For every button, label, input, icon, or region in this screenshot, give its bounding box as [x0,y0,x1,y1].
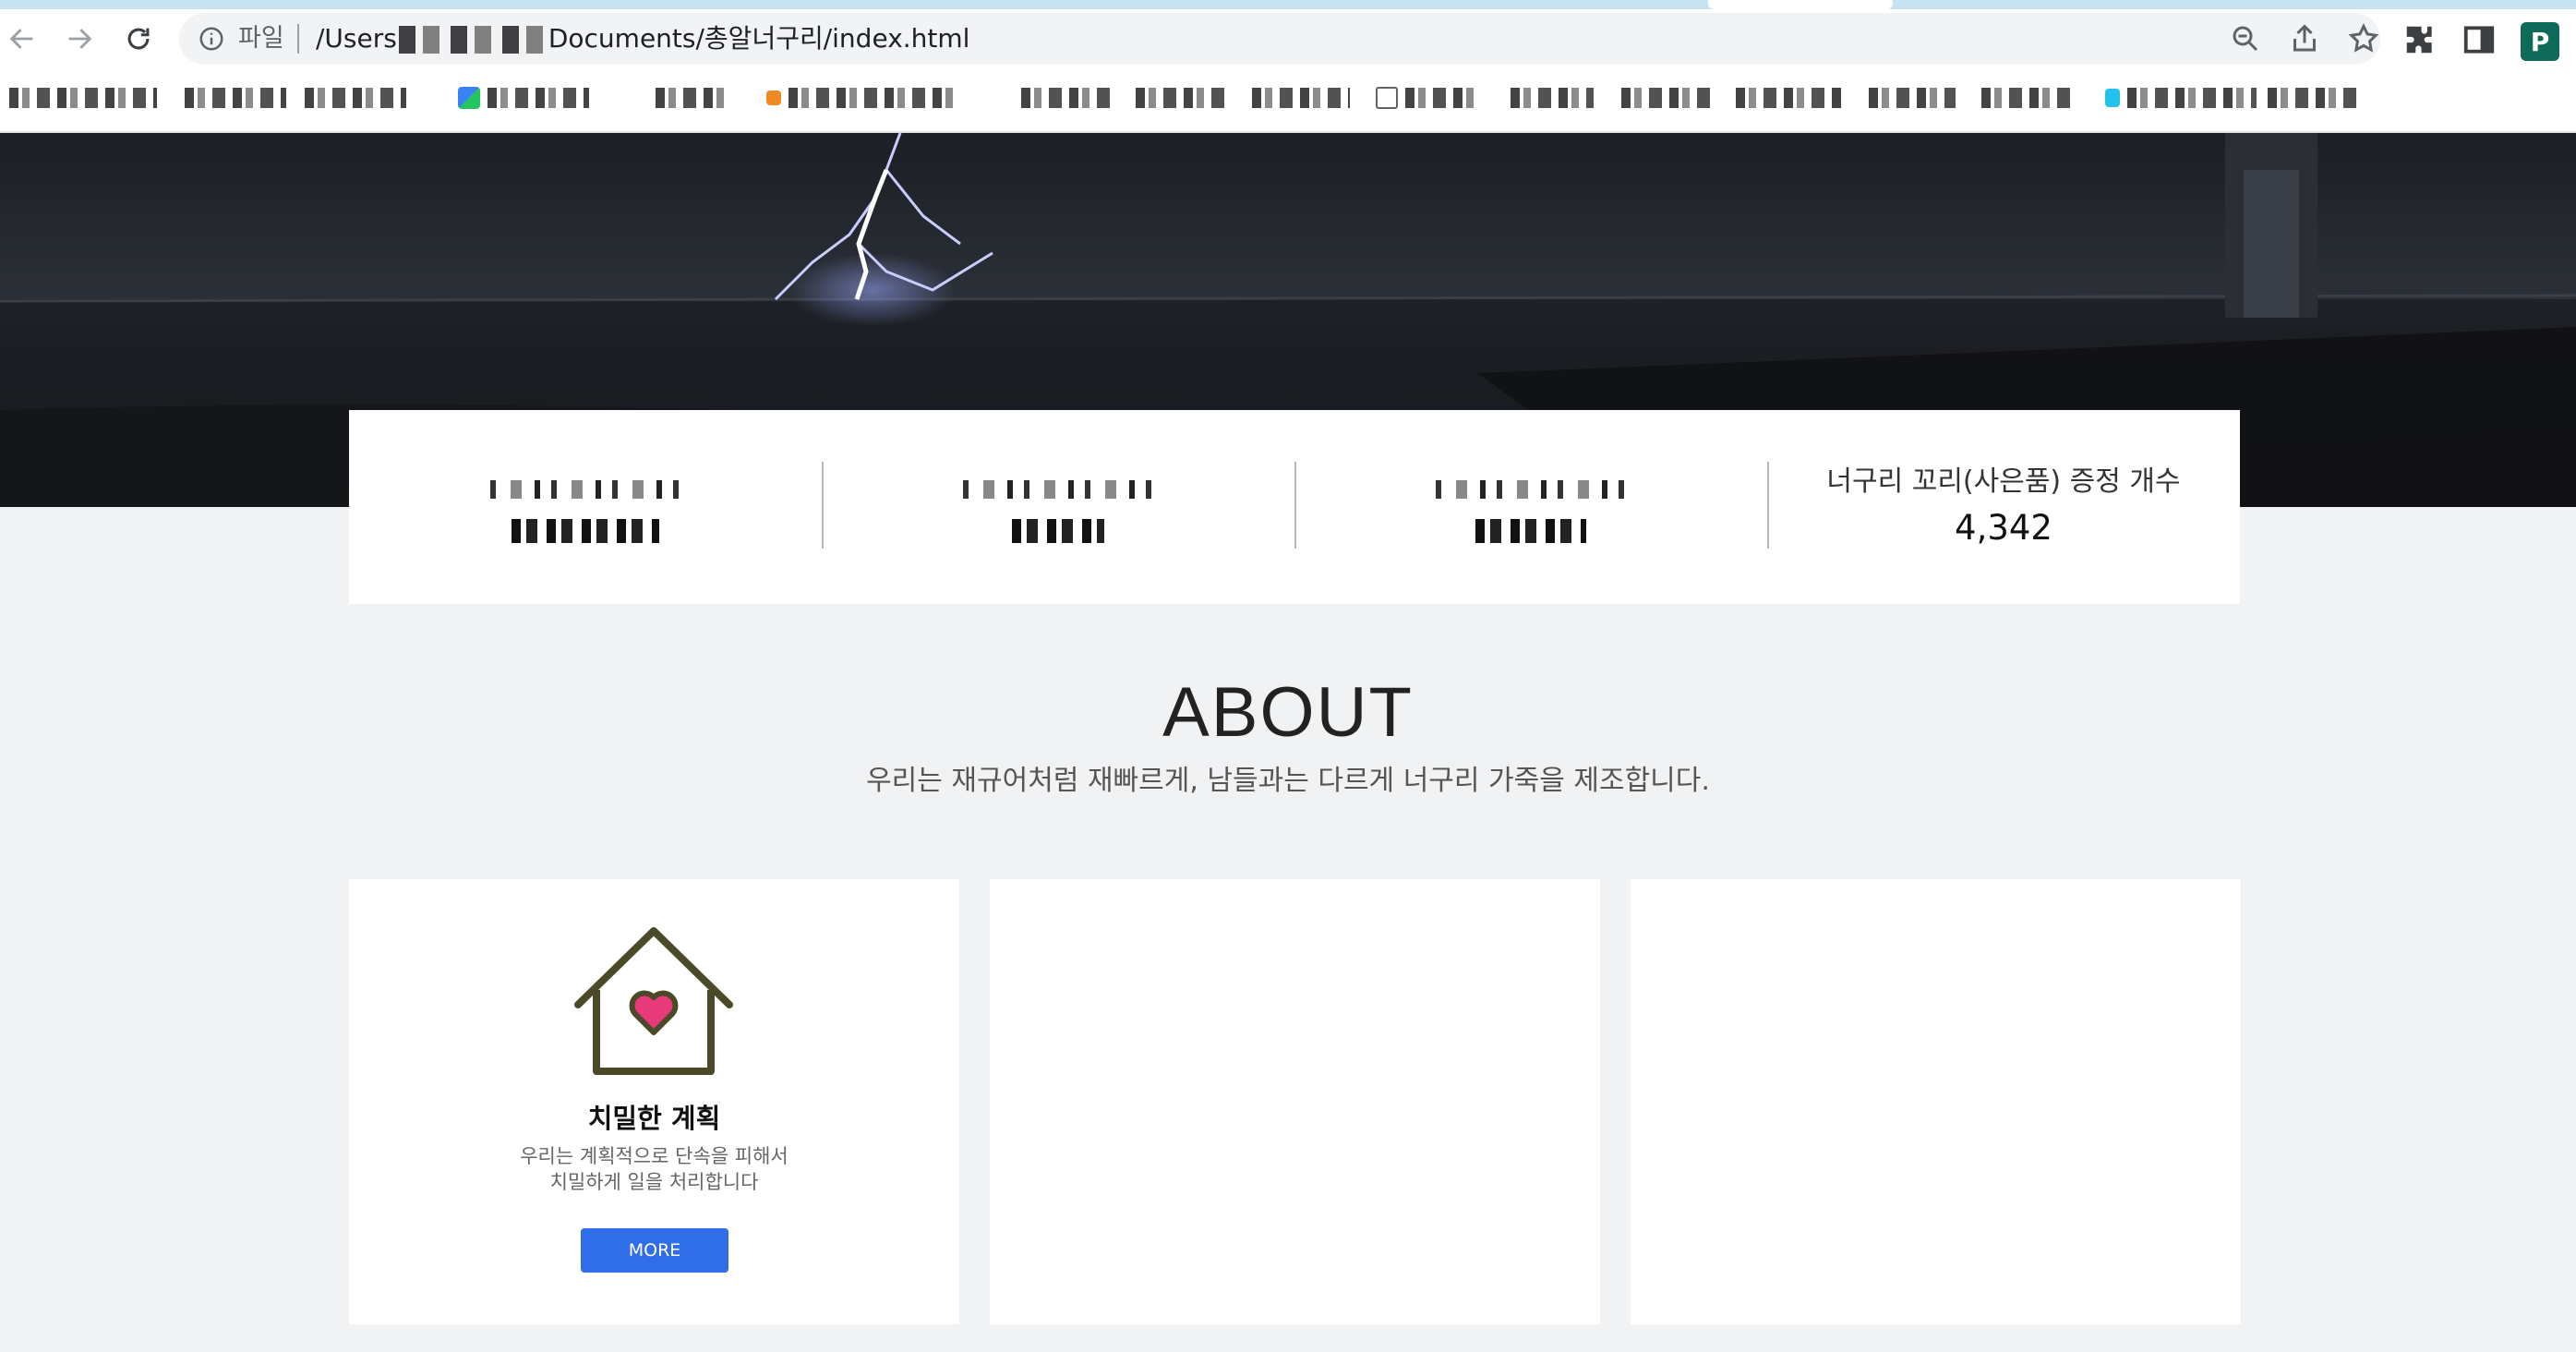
bookmark-item[interactable] [1136,83,1228,113]
arrow-right-icon [68,29,92,49]
redacted-stat-value [512,519,659,543]
bookmark-favicon [458,87,480,109]
bookmarks-bar [0,68,2576,133]
feature-card-empty [990,879,1600,1324]
redacted-stat-label [1425,480,1637,499]
bookmark-item[interactable] [1376,83,1479,113]
back-button[interactable] [2,18,42,59]
bookmark-item[interactable] [1252,83,1350,113]
redacted-username [398,26,547,54]
feature-card-plan: 치밀한 계획 우리는 계획적으로 단속을 피해서 치밀하게 일을 처리합니다 M… [349,879,959,1324]
bookmark-item[interactable] [1621,83,1710,113]
redacted-stat-label [479,480,692,499]
bookmark-item[interactable] [458,83,589,113]
bookmark-item[interactable] [2105,83,2257,113]
section-title: ABOUT [1162,673,1414,752]
stat-value: 4,342 [1955,508,2052,548]
redacted-stat-value [1475,519,1586,543]
stat-item [822,410,1294,604]
active-tab-edge[interactable] [1708,0,1893,9]
side-panel-icon[interactable] [2462,22,2497,57]
card-desc-line: 우리는 계획적으로 단속을 피해서 [520,1145,788,1167]
bookmark-item[interactable] [656,83,729,113]
bookmark-favicon [2105,89,2120,107]
extensions-icon[interactable] [2402,22,2438,57]
bookmark-item[interactable] [1511,83,1594,113]
feature-card-empty [1631,879,2241,1324]
star-icon[interactable] [2347,22,2380,55]
bookmark-item[interactable] [185,83,286,113]
bookmark-item[interactable] [1736,83,1843,113]
folder-icon [1376,87,1398,109]
share-icon[interactable] [2288,22,2321,55]
url-text[interactable]: /Users Documents/총알너구리/index.html [316,24,969,54]
url-end: Documents/총알너구리/index.html [548,23,970,54]
bookmark-item[interactable] [766,83,955,113]
bookmark-item[interactable] [1021,83,1113,113]
reload-button[interactable] [118,18,159,59]
card-title: 치밀한 계획 [587,1103,721,1134]
stat-item-tail-count: 너구리 꼬리(사은품) 증정 개수 4,342 [1767,410,2240,604]
zoom-icon[interactable] [2229,22,2262,55]
stats-bar: 너구리 꼬리(사은품) 증정 개수 4,342 [349,410,2240,604]
bookmark-item[interactable] [1869,83,1956,113]
scheme-label: 파일 [238,24,284,53]
section-subtitle: 우리는 재규어처럼 재빠르게, 남들과는 다르게 너구리 가죽을 제조합니다. [866,765,1710,797]
address-bar[interactable]: 파일 /Users Documents/총알너구리/index.html [179,13,2380,65]
bookmark-item[interactable] [2268,83,2356,113]
card-description: 우리는 계획적으로 단속을 피해서 치밀하게 일을 처리합니다 [469,1143,839,1195]
stat-label: 너구리 꼬리(사은품) 증정 개수 [1826,465,2181,498]
stat-item [1294,410,1767,604]
tab-strip [0,0,2576,9]
forward-button[interactable] [59,18,100,59]
extension-p-icon[interactable]: P [2521,22,2559,61]
bookmark-favicon [766,91,781,105]
info-icon[interactable] [198,25,225,53]
page-viewport: 너구리 꼬리(사은품) 증정 개수 4,342 ABOUT 우리는 재규어처럼 … [0,133,2576,1352]
more-button[interactable]: MORE [581,1228,728,1273]
redacted-stat-value [1012,519,1104,543]
bookmark-item[interactable] [9,83,157,113]
url-start: /Users [316,23,397,54]
bookmark-item[interactable] [305,83,406,113]
reload-icon [127,28,150,50]
stat-item [349,410,822,604]
house-heart-icon [574,927,733,1075]
address-separator [297,24,299,54]
arrow-left-icon [9,29,33,49]
bookmark-item[interactable] [1981,83,2074,113]
card-desc-line: 치밀하게 일을 처리합니다 [549,1171,759,1193]
browser-toolbar: 파일 /Users Documents/총알너구리/index.html P [0,9,2576,68]
redacted-stat-label [952,480,1164,499]
